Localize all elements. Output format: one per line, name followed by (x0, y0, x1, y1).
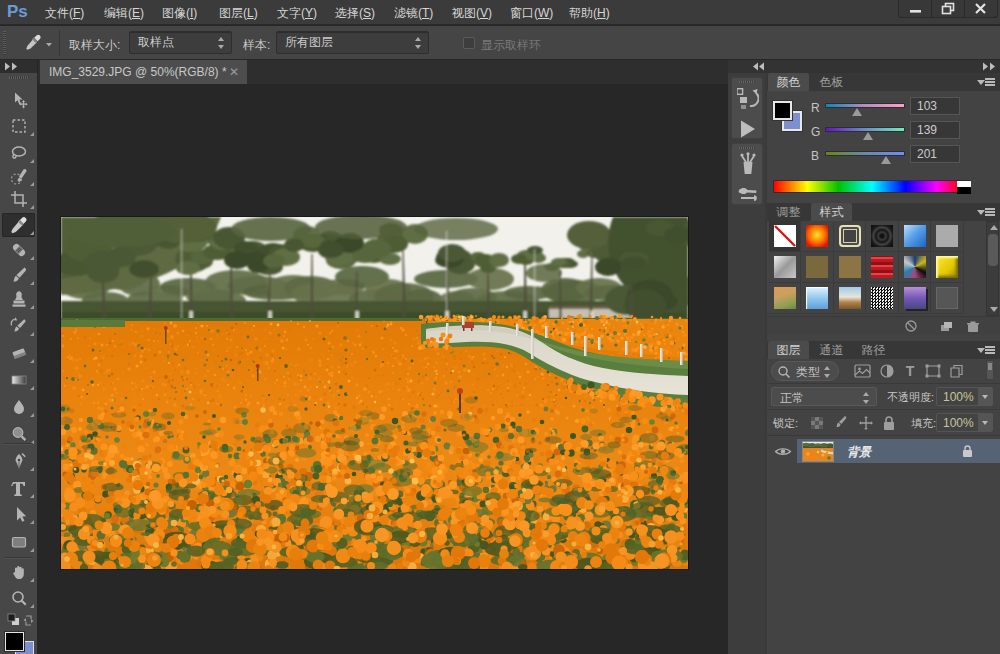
svg-text:T: T (906, 363, 915, 379)
